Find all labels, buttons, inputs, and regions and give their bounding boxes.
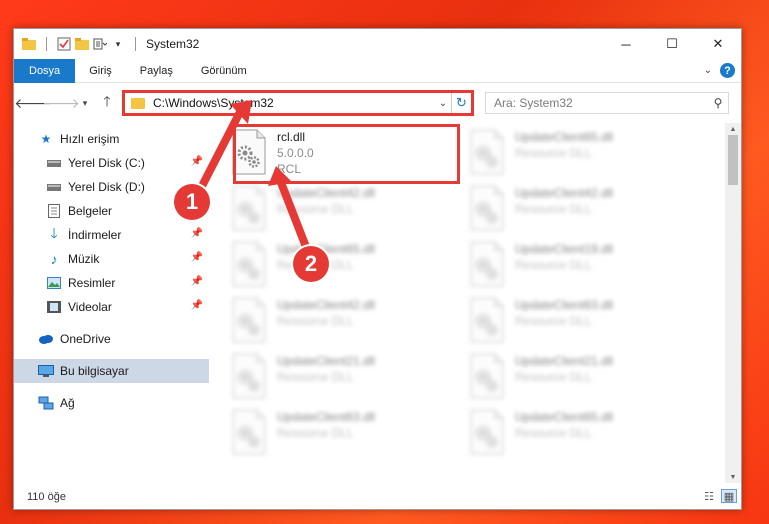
- annotation-arrows: [196, 100, 312, 254]
- callout-1: 1: [174, 184, 210, 220]
- callout-2: 2: [293, 246, 329, 282]
